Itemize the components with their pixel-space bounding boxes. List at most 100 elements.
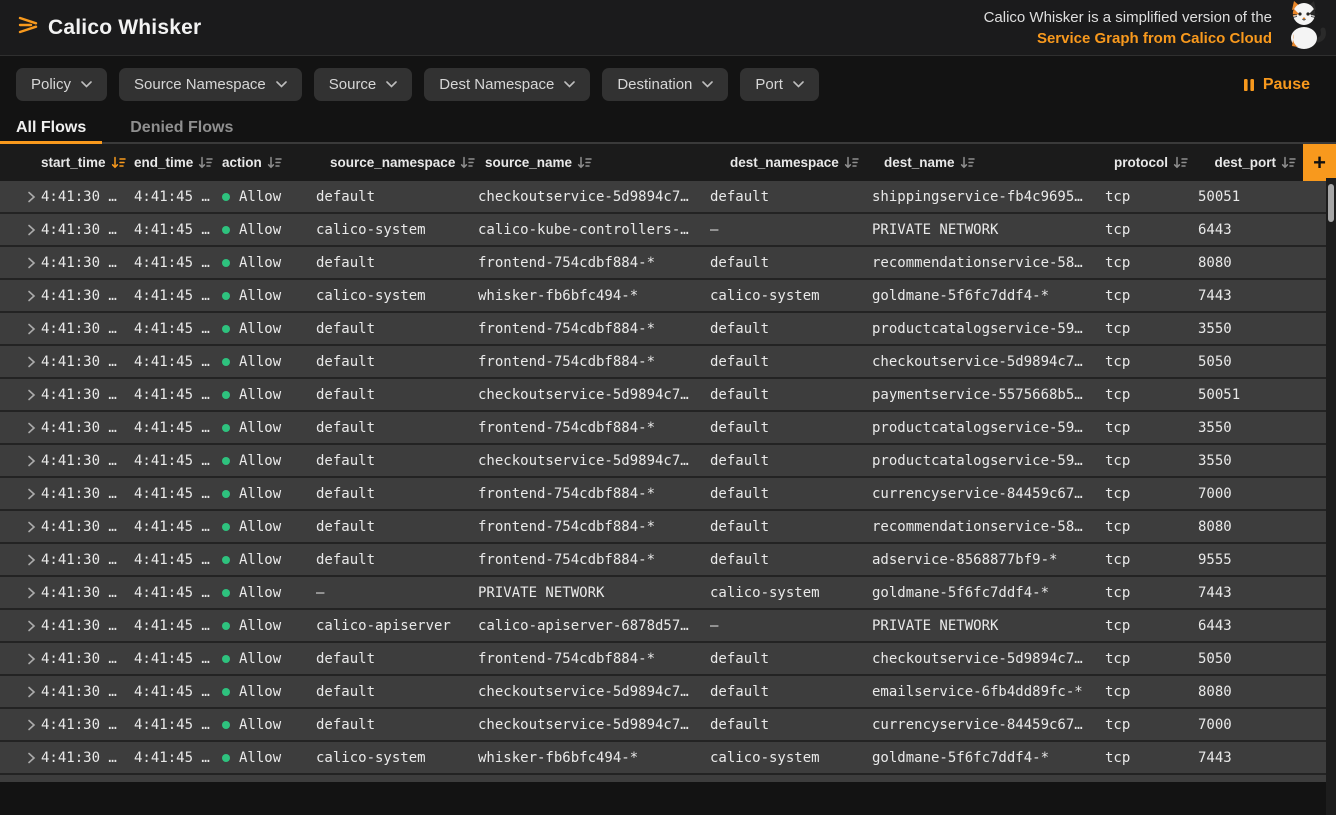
sort-icon[interactable] — [844, 156, 859, 169]
cell-dest-namespace: default — [710, 354, 872, 370]
flow-table-row[interactable]: 4:41:30 … 4:41:45 … Allow default fronte… — [0, 412, 1326, 445]
filter-dest-namespace[interactable]: Dest Namespace — [424, 68, 590, 101]
pause-button[interactable]: Pause — [1233, 76, 1320, 94]
row-expander[interactable] — [0, 257, 41, 269]
row-expander[interactable] — [0, 620, 41, 632]
cell-dest-namespace: default — [710, 552, 872, 568]
sort-icon[interactable] — [198, 156, 213, 169]
cell-source-namespace: default — [316, 255, 478, 271]
cell-start-time: 4:41:30 … — [41, 288, 134, 304]
allow-status-dot-icon — [222, 721, 230, 729]
cell-source-name: calico-kube-controllers-… — [478, 222, 710, 238]
row-expander[interactable] — [0, 521, 41, 533]
flow-table-row[interactable]: 4:41:30 … 4:41:45 … Allow default checko… — [0, 676, 1326, 709]
action-label: Allow — [239, 651, 281, 667]
cell-source-name: whisker-fb6bfc494-* — [478, 750, 710, 766]
row-expander[interactable] — [0, 389, 41, 401]
cell-dest-port: 6443 — [1198, 618, 1326, 634]
column-header-action[interactable]: action — [222, 155, 316, 170]
row-expander[interactable] — [0, 587, 41, 599]
column-header-protocol[interactable]: protocol — [1105, 155, 1198, 170]
flow-table-row[interactable]: 4:41:30 … 4:41:45 … Allow default fronte… — [0, 511, 1326, 544]
cell-protocol: tcp — [1105, 486, 1198, 502]
action-label: Allow — [239, 585, 281, 601]
flow-table-row[interactable]: 4:41:30 … 4:41:45 … Allow default fronte… — [0, 478, 1326, 511]
row-expander[interactable] — [0, 752, 41, 764]
flow-table-row[interactable]: 4:41:30 … 4:41:45 … Allow default checko… — [0, 379, 1326, 412]
row-expander[interactable] — [0, 488, 41, 500]
flow-table-row[interactable]: 4:41:30 … 4:41:45 … Allow default checko… — [0, 445, 1326, 478]
filter-source[interactable]: Source — [314, 68, 413, 101]
row-expander[interactable] — [0, 422, 41, 434]
sort-icon[interactable] — [460, 156, 475, 169]
action-label: Allow — [239, 288, 281, 304]
sort-icon[interactable] — [1281, 156, 1296, 169]
cell-dest-port: 3550 — [1198, 453, 1326, 469]
row-expander[interactable] — [0, 356, 41, 368]
row-expander[interactable] — [0, 191, 41, 203]
cell-dest-namespace: – — [710, 222, 872, 238]
row-expander[interactable] — [0, 686, 41, 698]
column-header-source-name[interactable]: source_name — [478, 155, 710, 170]
service-graph-link[interactable]: Service Graph from Calico Cloud — [984, 28, 1272, 49]
cell-protocol: tcp — [1105, 684, 1198, 700]
flow-table-row[interactable]: 4:41:30 … 4:41:45 … Allow default checko… — [0, 181, 1326, 214]
allow-status-dot-icon — [222, 391, 230, 399]
cell-dest-name: emailservice-6fb4dd89fc-* — [872, 684, 1105, 700]
cell-source-namespace: default — [316, 354, 478, 370]
action-label: Allow — [239, 453, 281, 469]
flow-table-row[interactable]: 4:41:30 … 4:41:45 … Allow default checko… — [0, 709, 1326, 742]
cell-dest-name: paymentservice-5575668b5… — [872, 387, 1105, 403]
tab-all-flows[interactable]: All Flows — [0, 111, 102, 144]
cell-protocol: tcp — [1105, 717, 1198, 733]
flow-table-row[interactable]: 4:41:30 … 4:41:45 … Allow default fronte… — [0, 346, 1326, 379]
filter-port[interactable]: Port — [740, 68, 819, 101]
filter-policy[interactable]: Policy — [16, 68, 107, 101]
column-header-start-time[interactable]: start_time — [41, 155, 134, 170]
flow-table-row[interactable]: 4:41:30 … 4:41:45 … Allow calico-apiserv… — [0, 610, 1326, 643]
flow-table-row[interactable]: 4:41:30 … 4:41:45 … Allow calico-system … — [0, 742, 1326, 775]
cell-dest-name: currencyservice-84459c67… — [872, 486, 1105, 502]
cell-source-name: frontend-754cdbf884-* — [478, 651, 710, 667]
flow-table-row[interactable]: 4:41:30 … 4:41:45 … Allow calico-system … — [0, 280, 1326, 313]
row-expander[interactable] — [0, 290, 41, 302]
row-expander[interactable] — [0, 653, 41, 665]
row-expander[interactable] — [0, 719, 41, 731]
flow-table-row[interactable]: 4:41:30 … 4:41:45 … Allow calico-system … — [0, 214, 1326, 247]
cell-dest-port: 6443 — [1198, 222, 1326, 238]
filter-source-namespace[interactable]: Source Namespace — [119, 68, 302, 101]
column-header-source-namespace[interactable]: source_namespace — [316, 155, 478, 170]
cell-start-time: 4:41:30 … — [41, 420, 134, 436]
column-header-dest-name[interactable]: dest_name — [872, 155, 1105, 170]
sort-icon[interactable] — [111, 156, 126, 169]
cell-protocol: tcp — [1105, 387, 1198, 403]
filter-source-namespace-label: Source Namespace — [134, 76, 266, 93]
tab-denied-flows[interactable]: Denied Flows — [114, 111, 249, 144]
column-header-dest-namespace[interactable]: dest_namespace — [710, 155, 872, 170]
row-expander[interactable] — [0, 455, 41, 467]
cell-action: Allow — [222, 321, 316, 337]
add-column-button[interactable]: + — [1303, 144, 1336, 181]
flow-table-row[interactable]: 4:41:30 … 4:41:45 … Allow – PRIVATE NETW… — [0, 577, 1326, 610]
sort-icon[interactable] — [267, 156, 282, 169]
sort-icon[interactable] — [577, 156, 592, 169]
cell-dest-name: PRIVATE NETWORK — [872, 222, 1105, 238]
sort-icon[interactable] — [960, 156, 975, 169]
cell-dest-namespace: calico-system — [710, 288, 872, 304]
chevron-right-icon — [27, 620, 36, 632]
row-expander[interactable] — [0, 554, 41, 566]
table-scrollbar[interactable] — [1326, 178, 1336, 815]
flow-table-row[interactable]: 4:41:30 … 4:41:45 … Allow default fronte… — [0, 313, 1326, 346]
row-expander[interactable] — [0, 323, 41, 335]
sort-icon[interactable] — [1173, 156, 1188, 169]
scrollbar-thumb[interactable] — [1328, 184, 1334, 222]
flow-table-row[interactable]: 4:41:30 … 4:41:45 … Allow default fronte… — [0, 247, 1326, 280]
cell-dest-port: 7443 — [1198, 288, 1326, 304]
chevron-right-icon — [27, 422, 36, 434]
flow-table-row[interactable]: 4:41:30 … 4:41:45 … Allow default fronte… — [0, 544, 1326, 577]
flow-table-row[interactable]: 4:41:30 … 4:41:45 … Allow default fronte… — [0, 643, 1326, 676]
cell-dest-namespace: default — [710, 387, 872, 403]
filter-destination[interactable]: Destination — [602, 68, 728, 101]
row-expander[interactable] — [0, 224, 41, 236]
column-header-end-time[interactable]: end_time — [134, 155, 222, 170]
